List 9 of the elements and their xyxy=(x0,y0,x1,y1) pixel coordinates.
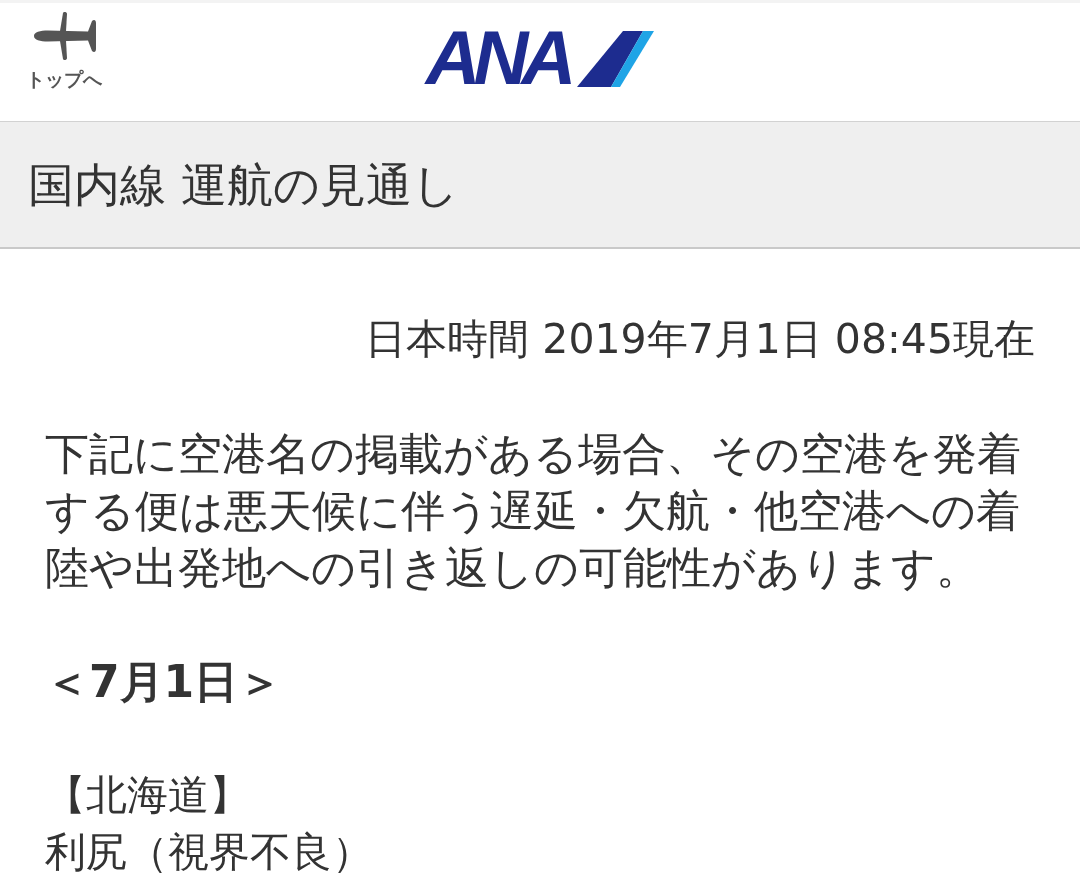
logo-wordmark: ANA xyxy=(425,27,571,89)
top-link[interactable]: トップへ xyxy=(26,12,102,90)
page-title: 国内線 運航の見通し xyxy=(28,156,459,213)
airport-entry: 利尻（視界不良） xyxy=(45,827,373,878)
region-heading: 【北海道】 xyxy=(45,770,250,821)
logo-stripes-icon xyxy=(577,31,655,87)
timestamp: 日本時間 2019年7月1日 08:45現在 xyxy=(364,314,1035,365)
notice-text: 下記に空港名の掲載がある場合、その空港を発着する便は悪天候に伴う遅延・欠航・他空港への着陸や出発地への引き返しの可能性があります。 xyxy=(45,427,1022,595)
date-heading: ＜7月1日＞ xyxy=(45,655,284,709)
